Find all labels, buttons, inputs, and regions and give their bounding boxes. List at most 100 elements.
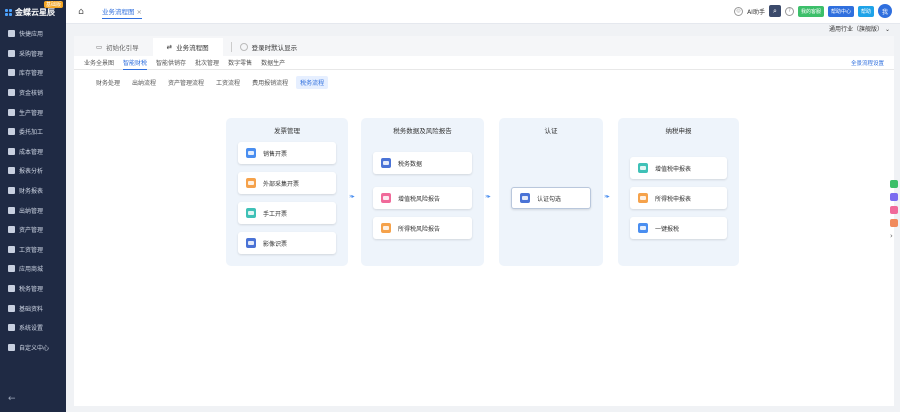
sidebar-item[interactable]: 工资管理: [0, 240, 66, 260]
card-icon: [246, 208, 256, 218]
home-icon[interactable]: ⌂: [74, 5, 88, 19]
sidebar-item-label: 生产管理: [19, 109, 44, 117]
tab-business-flow-label: 业务流程图: [176, 44, 209, 52]
notice-icon[interactable]: [890, 219, 898, 227]
process-tab[interactable]: 工资流程: [212, 76, 244, 89]
flow-card[interactable]: 增值税申报表: [630, 157, 727, 179]
settings-icon: [8, 324, 15, 332]
tab-init-guide[interactable]: ▭ 初始化引导: [82, 38, 153, 56]
card-icon: [638, 193, 648, 203]
card-icon: [638, 223, 648, 233]
process-tab[interactable]: 税务流程: [296, 75, 329, 89]
divider: [230, 42, 232, 52]
process-tab[interactable]: 出纳流程: [128, 76, 160, 89]
custom-icon: [8, 343, 15, 351]
main-panel: ▭ 初始化引导 ⇄ 业务流程图 登录时默认显示 业务全景图 智能财税 智能供销存 批次管理…: [74, 36, 894, 406]
guide-tabs: ▭ 初始化引导 ⇄ 业务流程图 登录时默认显示: [74, 36, 894, 56]
flow-card[interactable]: 所得税风险报告: [373, 217, 472, 239]
sidebar-item[interactable]: 资金核销: [0, 83, 66, 103]
tab-flowchart[interactable]: 业务流程图 ×: [102, 4, 142, 19]
flow-arrow-icon: »▸: [349, 193, 355, 200]
help-button[interactable]: 帮助: [857, 5, 874, 17]
flow-card[interactable]: 认证勾选: [511, 187, 591, 209]
sidebar-item[interactable]: 采购管理: [0, 44, 66, 64]
flow-card[interactable]: 所得税申报表: [630, 187, 727, 209]
card-icon: [381, 193, 391, 203]
sidebar-item-label: 自定义中心: [19, 344, 50, 352]
assistant-label[interactable]: AI助手: [747, 7, 765, 16]
sidebar-item-label: 资产管理: [19, 227, 44, 235]
avatar[interactable]: 我: [878, 4, 892, 18]
module-tab[interactable]: 智能财税: [123, 56, 148, 70]
sidebar-item-label: 系统设置: [19, 325, 44, 333]
sidebar-item[interactable]: 系统设置: [0, 318, 66, 338]
grid-icon: [8, 30, 15, 38]
close-icon[interactable]: ×: [137, 8, 142, 16]
help-center-button[interactable]: 帮助中心: [827, 5, 854, 17]
flow-card[interactable]: 税务数据: [373, 152, 472, 174]
card-icon: [381, 223, 391, 233]
sidebar-item[interactable]: 生产管理: [0, 102, 66, 122]
sidebar-item-label: 成本管理: [19, 148, 44, 156]
chevron-right-icon[interactable]: ›: [890, 232, 898, 240]
flow-card-label: 手工开票: [263, 210, 288, 218]
flow-card-label: 外部采集开票: [263, 180, 300, 188]
flow-card[interactable]: 外部采集开票: [238, 172, 336, 194]
process-tab[interactable]: 费用报销流程: [248, 76, 292, 89]
assistant-icon[interactable]: ◎: [734, 6, 744, 16]
flow-card[interactable]: 增值税风险报告: [373, 187, 472, 209]
industry-select[interactable]: 通用行业（旗舰版） ⌄: [829, 24, 890, 33]
flow-card[interactable]: 手工开票: [238, 202, 336, 224]
process-tab[interactable]: 资产管理流程: [164, 76, 208, 89]
sidebar-item[interactable]: 资产管理: [0, 220, 66, 240]
flow-card-label: 销售开票: [263, 150, 288, 158]
flow-card[interactable]: 影像识票: [238, 232, 336, 254]
app-logo[interactable]: 金蝶云星辰 基础版: [0, 0, 66, 24]
sidebar-item[interactable]: 财务报表: [0, 181, 66, 201]
flow-card[interactable]: 一键报税: [630, 217, 727, 239]
search-icon[interactable]: ⌕: [768, 5, 781, 17]
module-tab[interactable]: 业务全景图: [84, 56, 114, 70]
sidebar-item-label: 委托加工: [19, 129, 44, 137]
report-icon: [8, 167, 15, 175]
sidebar-item[interactable]: 报表分析: [0, 161, 66, 181]
gift-icon[interactable]: [890, 206, 898, 214]
store-icon: [8, 265, 15, 273]
sidebar-item[interactable]: 快捷应用: [0, 24, 66, 44]
tab-business-flow[interactable]: ⇄ 业务流程图: [152, 38, 223, 56]
cashier-icon: [8, 206, 15, 214]
card-icon: [246, 178, 256, 188]
asset-icon: [8, 226, 15, 234]
sidebar-item[interactable]: 应用商城: [0, 259, 66, 279]
message-icon[interactable]: [890, 193, 898, 201]
sidebar-item-label: 快捷应用: [19, 31, 44, 39]
process-tab[interactable]: 财务处理: [92, 76, 124, 89]
sidebar-item[interactable]: 库存管理: [0, 63, 66, 83]
service-button[interactable]: 我的客服: [797, 5, 824, 17]
default-show-toggle[interactable]: 登录时默认显示: [239, 38, 297, 56]
flow-column-title: 认证: [544, 127, 558, 135]
sidebar-item-label: 基础资料: [19, 305, 44, 313]
default-show-radio[interactable]: [239, 43, 248, 51]
sidebar-item[interactable]: 成本管理: [0, 142, 66, 162]
module-tab[interactable]: 批次管理: [195, 56, 219, 70]
panorama-settings-link[interactable]: 全景流程设置: [851, 59, 884, 67]
chat-icon[interactable]: [890, 180, 898, 188]
sidebar-item-label: 库存管理: [19, 70, 44, 78]
module-tab[interactable]: 数字零售: [228, 56, 252, 70]
sidebar-item[interactable]: 自定义中心: [0, 338, 66, 358]
module-tab[interactable]: 数据生产: [261, 56, 285, 70]
sidebar-item[interactable]: 出纳管理: [0, 200, 66, 220]
info-icon[interactable]: ?: [784, 6, 794, 16]
logo-icon: [5, 8, 12, 16]
flow-card[interactable]: 销售开票: [238, 142, 336, 164]
flow-arrow-icon: »▸: [604, 193, 610, 200]
chevron-down-icon: ⌄: [884, 26, 890, 33]
flow-card-label: 增值税风险报告: [398, 195, 441, 203]
sidebar-item[interactable]: 税务管理: [0, 279, 66, 299]
sidebar-item-label: 报表分析: [19, 168, 44, 176]
collapse-icon[interactable]: ←: [8, 394, 16, 404]
module-tab[interactable]: 智能供销存: [156, 56, 186, 70]
sidebar-item[interactable]: 委托加工: [0, 122, 66, 142]
sidebar-item[interactable]: 基础资料: [0, 298, 66, 318]
